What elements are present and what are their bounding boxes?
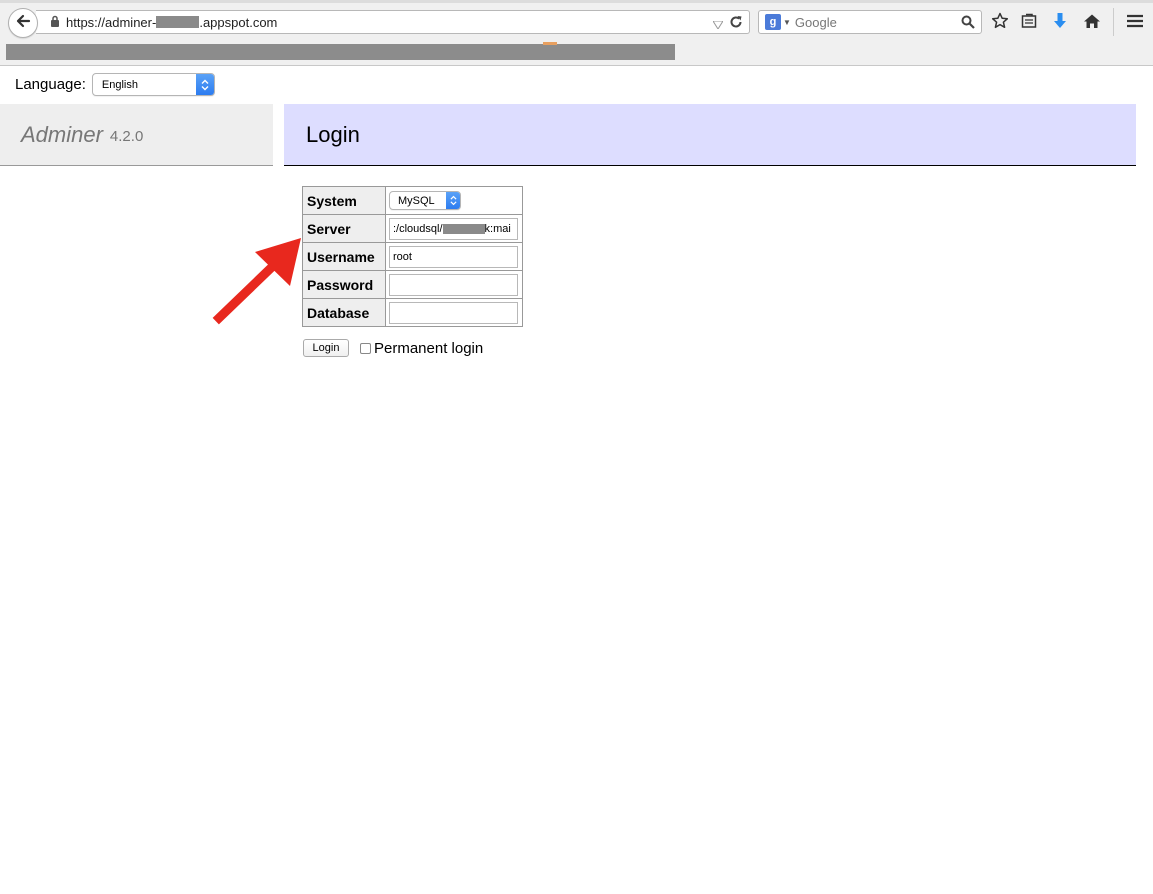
home-icon[interactable] — [1082, 11, 1102, 31]
password-label: Password — [302, 270, 386, 299]
reload-icon[interactable] — [729, 15, 743, 32]
adminer-brand: Adminer 4.2.0 — [0, 104, 273, 166]
server-input[interactable]: :/cloudsql/ k:mai — [389, 217, 518, 240]
username-cell — [385, 242, 523, 271]
password-input[interactable] — [389, 273, 518, 296]
tab-strip-edge — [0, 0, 1153, 3]
browser-toolbar: https://adminer- .appspot.com g ▼ Google — [0, 0, 1153, 66]
address-bar[interactable]: https://adminer- .appspot.com — [36, 10, 750, 34]
red-annotation-arrow-icon — [212, 238, 301, 325]
back-button[interactable] — [8, 8, 38, 38]
username-input[interactable] — [389, 245, 518, 268]
search-bar[interactable]: g ▼ Google — [758, 10, 982, 34]
server-value-prefix: :/cloudsql/ — [393, 222, 443, 235]
google-icon: g — [765, 14, 781, 30]
back-arrow-icon — [15, 13, 31, 34]
reading-list-icon[interactable] — [1019, 11, 1039, 31]
system-select[interactable]: MySQL — [389, 191, 461, 211]
permanent-login-label[interactable]: Permanent login — [374, 340, 483, 357]
password-row: Password — [302, 270, 523, 299]
download-icon[interactable] — [1050, 11, 1070, 31]
permanent-login-checkbox[interactable] — [360, 342, 371, 354]
url-prefix: https://adminer- — [66, 14, 157, 30]
brand-version: 4.2.0 — [109, 128, 144, 145]
server-value-suffix: k:mai — [484, 222, 511, 235]
select-arrows-icon — [446, 192, 460, 210]
database-cell — [385, 298, 523, 327]
server-row: Server :/cloudsql/ k:mai — [302, 214, 523, 243]
system-selected-value: MySQL — [398, 194, 435, 207]
toolbar-divider — [1113, 8, 1114, 36]
password-cell — [385, 270, 523, 299]
system-row: System MySQL — [302, 186, 523, 215]
url-redaction — [156, 16, 200, 28]
language-selected-value: English — [101, 78, 138, 91]
login-button[interactable]: Login — [303, 339, 349, 357]
lock-icon — [50, 15, 60, 30]
menu-icon[interactable] — [1125, 11, 1145, 31]
database-input[interactable] — [389, 301, 518, 324]
username-row: Username — [302, 242, 523, 271]
page-title: Login — [284, 104, 1136, 166]
login-actions: Login Permanent login — [303, 339, 483, 357]
language-label: Language: — [15, 76, 86, 93]
server-redaction — [442, 223, 485, 234]
bookmark-star-icon[interactable] — [990, 11, 1010, 31]
system-cell: MySQL — [385, 186, 523, 215]
search-placeholder: Google — [794, 14, 837, 30]
select-arrows-icon — [195, 74, 214, 95]
database-label: Database — [302, 298, 386, 327]
bookmarks-bar-redaction — [6, 42, 675, 60]
language-select[interactable]: English — [91, 73, 215, 96]
username-label: Username — [302, 242, 386, 271]
system-label: System — [302, 186, 386, 215]
search-icon[interactable] — [961, 15, 975, 32]
url-suffix: .appspot.com — [199, 14, 278, 30]
server-cell: :/cloudsql/ k:mai — [385, 214, 523, 243]
brand-name[interactable]: Adminer — [21, 122, 103, 148]
bookmark-accent — [543, 42, 557, 45]
server-label: Server — [302, 214, 386, 243]
search-engine-dropdown-icon[interactable]: ▼ — [783, 18, 791, 27]
database-row: Database — [302, 298, 523, 327]
login-form-table: System MySQL Server :/cloudsql/ k:mai Us… — [302, 186, 523, 327]
history-dropdown-icon[interactable] — [712, 17, 724, 32]
language-row: Language: English — [15, 73, 215, 96]
